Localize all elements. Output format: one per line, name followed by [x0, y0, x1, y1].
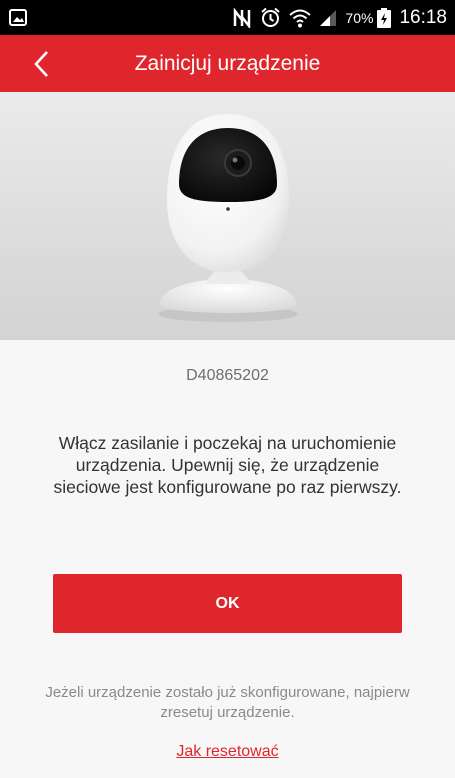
status-bar: 70% 16:18 — [0, 0, 455, 35]
battery-percent: 70% — [345, 9, 374, 26]
how-to-reset-link[interactable]: Jak resetować — [0, 743, 455, 761]
nfc-icon — [234, 7, 251, 28]
chevron-left-icon — [34, 51, 48, 77]
reset-note: Jeżeli urządzenie zostało już skonfiguro… — [45, 684, 410, 721]
camera-image — [0, 92, 455, 340]
page-title: Zainicjuj urządzenie — [134, 51, 321, 75]
battery-charging-icon — [377, 7, 392, 28]
ok-button[interactable]: OK — [53, 574, 402, 633]
app-bar: Zainicjuj urządzenie — [0, 35, 455, 92]
clock: 16:18 — [399, 6, 447, 28]
back-button[interactable] — [26, 49, 56, 79]
device-serial: D40865202 — [186, 367, 269, 384]
instructions-text: Włącz zasilanie i poczekaj na uruchomien… — [53, 433, 402, 497]
image-notification-icon — [9, 9, 27, 26]
wifi-icon — [289, 9, 312, 27]
reset-link-label[interactable]: Jak resetować — [176, 743, 278, 760]
alarm-icon — [261, 7, 281, 27]
signal-icon — [320, 9, 337, 26]
